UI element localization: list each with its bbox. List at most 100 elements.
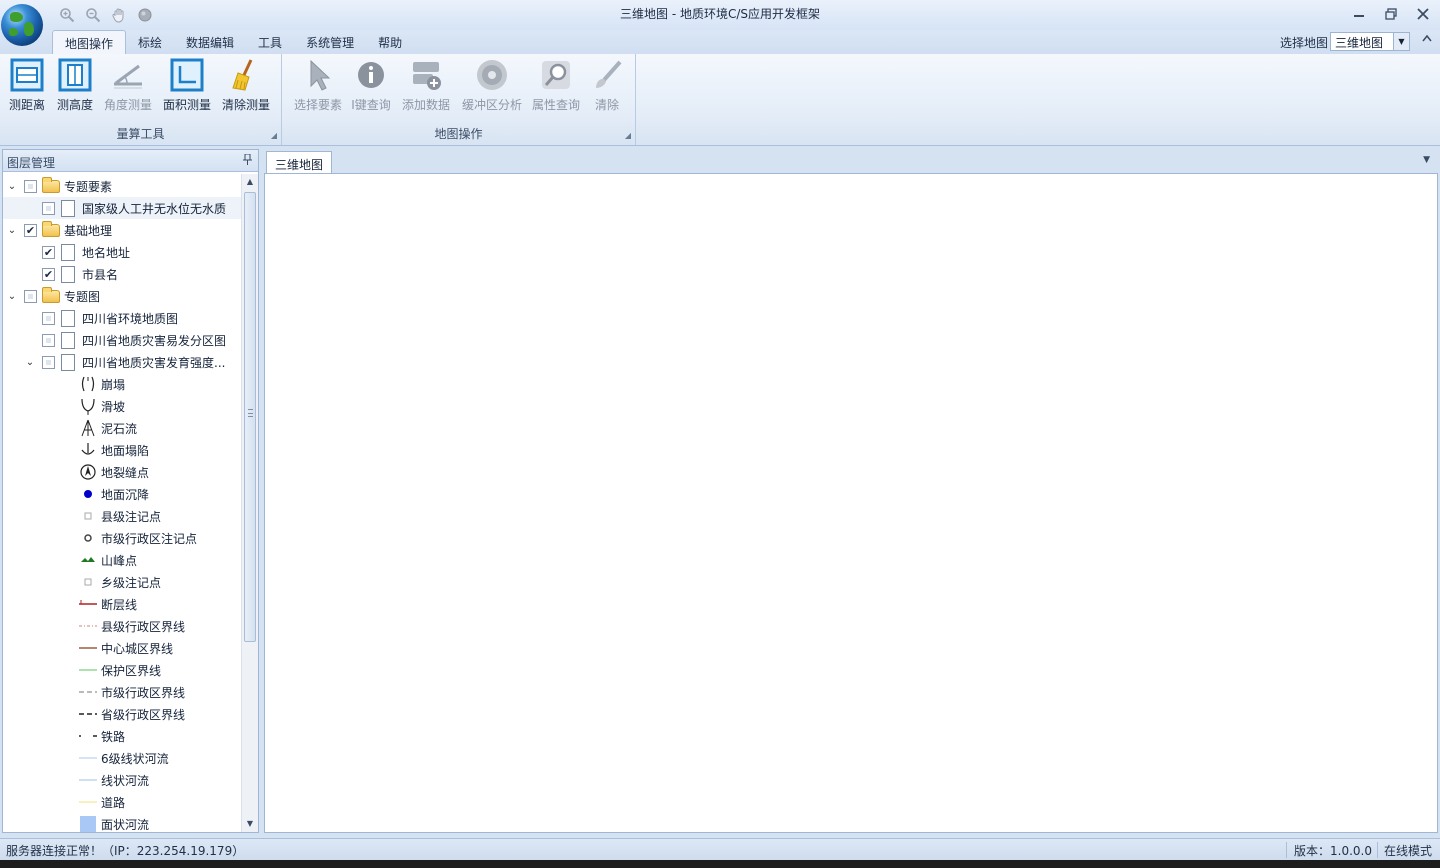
province-boundary-line-icon: [79, 705, 97, 723]
ribbon-collapse-icon[interactable]: [1422, 34, 1432, 45]
measure-angle-button[interactable]: 角度测量: [100, 58, 156, 113]
scrollbar-thumb[interactable]: [244, 192, 256, 642]
group-title: 地图操作: [434, 127, 483, 141]
river-area-icon: [79, 815, 97, 832]
measure-area-button[interactable]: 面积测量: [160, 58, 214, 113]
subsidence-dot-icon: [79, 485, 97, 503]
legend-item: 泥石流: [3, 417, 241, 439]
layer-panel-header: 图层管理: [3, 150, 258, 172]
legend-item: 保护区界线: [3, 659, 241, 681]
tree-layer-row[interactable]: ✔ 市县名: [3, 263, 241, 285]
scroll-up-icon[interactable]: ▲: [242, 174, 258, 190]
layer-panel: 图层管理 ⌄ 专题要素 国家级人工井无水位无水质 ⌄ ✔ 基础地理 ✔ 地名地址: [2, 149, 259, 833]
window-controls: [1348, 5, 1434, 23]
tree-checkbox[interactable]: ✔: [42, 245, 55, 259]
identify-query-button[interactable]: I键查询: [348, 58, 394, 113]
app-globe-logo[interactable]: [1, 4, 43, 46]
tree-checkbox[interactable]: ✔: [24, 223, 37, 237]
ribbon: 测距离 测高度 角度测量 面积测量 清除测量 量算工具 ◢ 选择要素 I键查询 …: [0, 54, 1440, 146]
title-bar: 三维地图 - 地质环境C/S应用开发框架: [0, 0, 1440, 30]
attribute-query-button[interactable]: 属性查询: [528, 58, 584, 113]
tree-layer-row[interactable]: 四川省环境地质图: [3, 307, 241, 329]
map-view[interactable]: [264, 173, 1438, 833]
tree-layer-row[interactable]: 国家级人工井无水位无水质: [3, 197, 241, 219]
legend-item: 6级线状河流: [3, 747, 241, 769]
pin-icon[interactable]: [243, 153, 252, 168]
tree-checkbox[interactable]: ✔: [42, 267, 55, 281]
county-point-icon: [79, 507, 97, 525]
tree-checkbox[interactable]: [24, 289, 37, 303]
tree-layer-row[interactable]: 四川省地质灾害易发分区图: [3, 329, 241, 351]
chevron-down-icon[interactable]: ▼: [1393, 33, 1409, 50]
chevron-down-icon[interactable]: ⌄: [7, 181, 17, 192]
urban-boundary-line-icon: [79, 639, 97, 657]
fault-line-icon: [79, 595, 97, 613]
chevron-down-icon[interactable]: ⌄: [25, 357, 35, 368]
legend-item: 省级行政区界线: [3, 703, 241, 725]
group-launcher-icon[interactable]: ◢: [625, 131, 631, 140]
menu-tab-system[interactable]: 系统管理: [294, 30, 366, 54]
tab-list-chevron-icon[interactable]: ▼: [1423, 155, 1430, 165]
magnifier-icon: [539, 58, 573, 92]
tree-checkbox[interactable]: [42, 311, 55, 325]
folder-icon: [42, 220, 60, 237]
legend-item: 中心城区界线: [3, 637, 241, 659]
select-feature-button[interactable]: 选择要素: [290, 58, 346, 113]
measure-distance-button[interactable]: 测距离: [4, 58, 50, 113]
group-launcher-icon[interactable]: ◢: [271, 131, 277, 140]
road-line-icon: [79, 793, 97, 811]
menu-tab-help[interactable]: 帮助: [366, 30, 414, 54]
city-boundary-line-icon: [79, 683, 97, 701]
river-line-icon: [79, 771, 97, 789]
map-select-label: 选择地图: [1279, 36, 1328, 50]
clear-button[interactable]: 清除: [586, 58, 628, 113]
layer-tree-scrollbar[interactable]: ▲ ▼: [241, 174, 258, 832]
tree-group-row[interactable]: ⌄ 专题图: [3, 285, 241, 307]
restore-icon[interactable]: [1380, 5, 1402, 23]
legend-item: 市级行政区注记点: [3, 527, 241, 549]
legend-item: 市级行政区界线: [3, 681, 241, 703]
debris-flow-symbol-icon: [79, 419, 97, 437]
add-data-button[interactable]: 添加数据: [398, 58, 454, 113]
tree-group-row[interactable]: ⌄ ✔ 基础地理: [3, 219, 241, 241]
township-point-icon: [79, 573, 97, 591]
legend-item: 地裂缝点: [3, 461, 241, 483]
chevron-down-icon[interactable]: ⌄: [7, 225, 17, 236]
legend-item: 县级行政区界线: [3, 615, 241, 637]
group-title: 量算工具: [116, 127, 165, 141]
city-point-icon: [79, 529, 97, 547]
tree-checkbox[interactable]: [42, 333, 55, 347]
legend-item: 崩塌: [3, 373, 241, 395]
tree-checkbox[interactable]: [24, 179, 37, 193]
legend-item: 线状河流: [3, 769, 241, 791]
menu-tab-plot[interactable]: 标绘: [126, 30, 174, 54]
menu-tab-map-ops[interactable]: 地图操作: [52, 30, 127, 54]
map-select-dropdown[interactable]: 三维地图 ▼: [1330, 32, 1410, 51]
scroll-down-icon[interactable]: ▼: [242, 816, 258, 832]
layer-panel-title: 图层管理: [7, 156, 56, 170]
measure-height-button[interactable]: 测高度: [52, 58, 98, 113]
layer-doc-icon: [61, 243, 75, 261]
menu-tab-data-edit[interactable]: 数据编辑: [174, 30, 246, 54]
legend-item: 乡级注记点: [3, 571, 241, 593]
menu-tabs: 地图操作 标绘 数据编辑 工具 系统管理 帮助: [52, 30, 414, 54]
tree-layer-row[interactable]: ✔ 地名地址: [3, 241, 241, 263]
os-taskbar: [0, 860, 1440, 868]
tab-3d-map[interactable]: 三维地图: [266, 151, 333, 174]
select-arrow-icon: [301, 58, 335, 92]
tree-group-row[interactable]: ⌄ 专题要素: [3, 175, 241, 197]
buffer-analysis-button[interactable]: 缓冲区分析: [458, 58, 526, 113]
layer-doc-icon: [61, 331, 75, 349]
tree-checkbox[interactable]: [42, 355, 55, 369]
close-icon[interactable]: [1412, 5, 1434, 23]
buffer-icon: [475, 58, 509, 92]
minimize-icon[interactable]: [1348, 5, 1370, 23]
menu-tab-tools[interactable]: 工具: [246, 30, 294, 54]
add-data-icon: [409, 58, 443, 92]
broom-icon: [229, 58, 263, 92]
measure-tools-group: 测距离 测高度 角度测量 面积测量 清除测量 量算工具 ◢: [0, 54, 282, 145]
chevron-down-icon[interactable]: ⌄: [7, 291, 17, 302]
clear-measure-button[interactable]: 清除测量: [218, 58, 274, 113]
tree-layer-row[interactable]: ⌄ 四川省地质灾害发育强度...: [3, 351, 241, 373]
tree-checkbox[interactable]: [42, 201, 55, 215]
